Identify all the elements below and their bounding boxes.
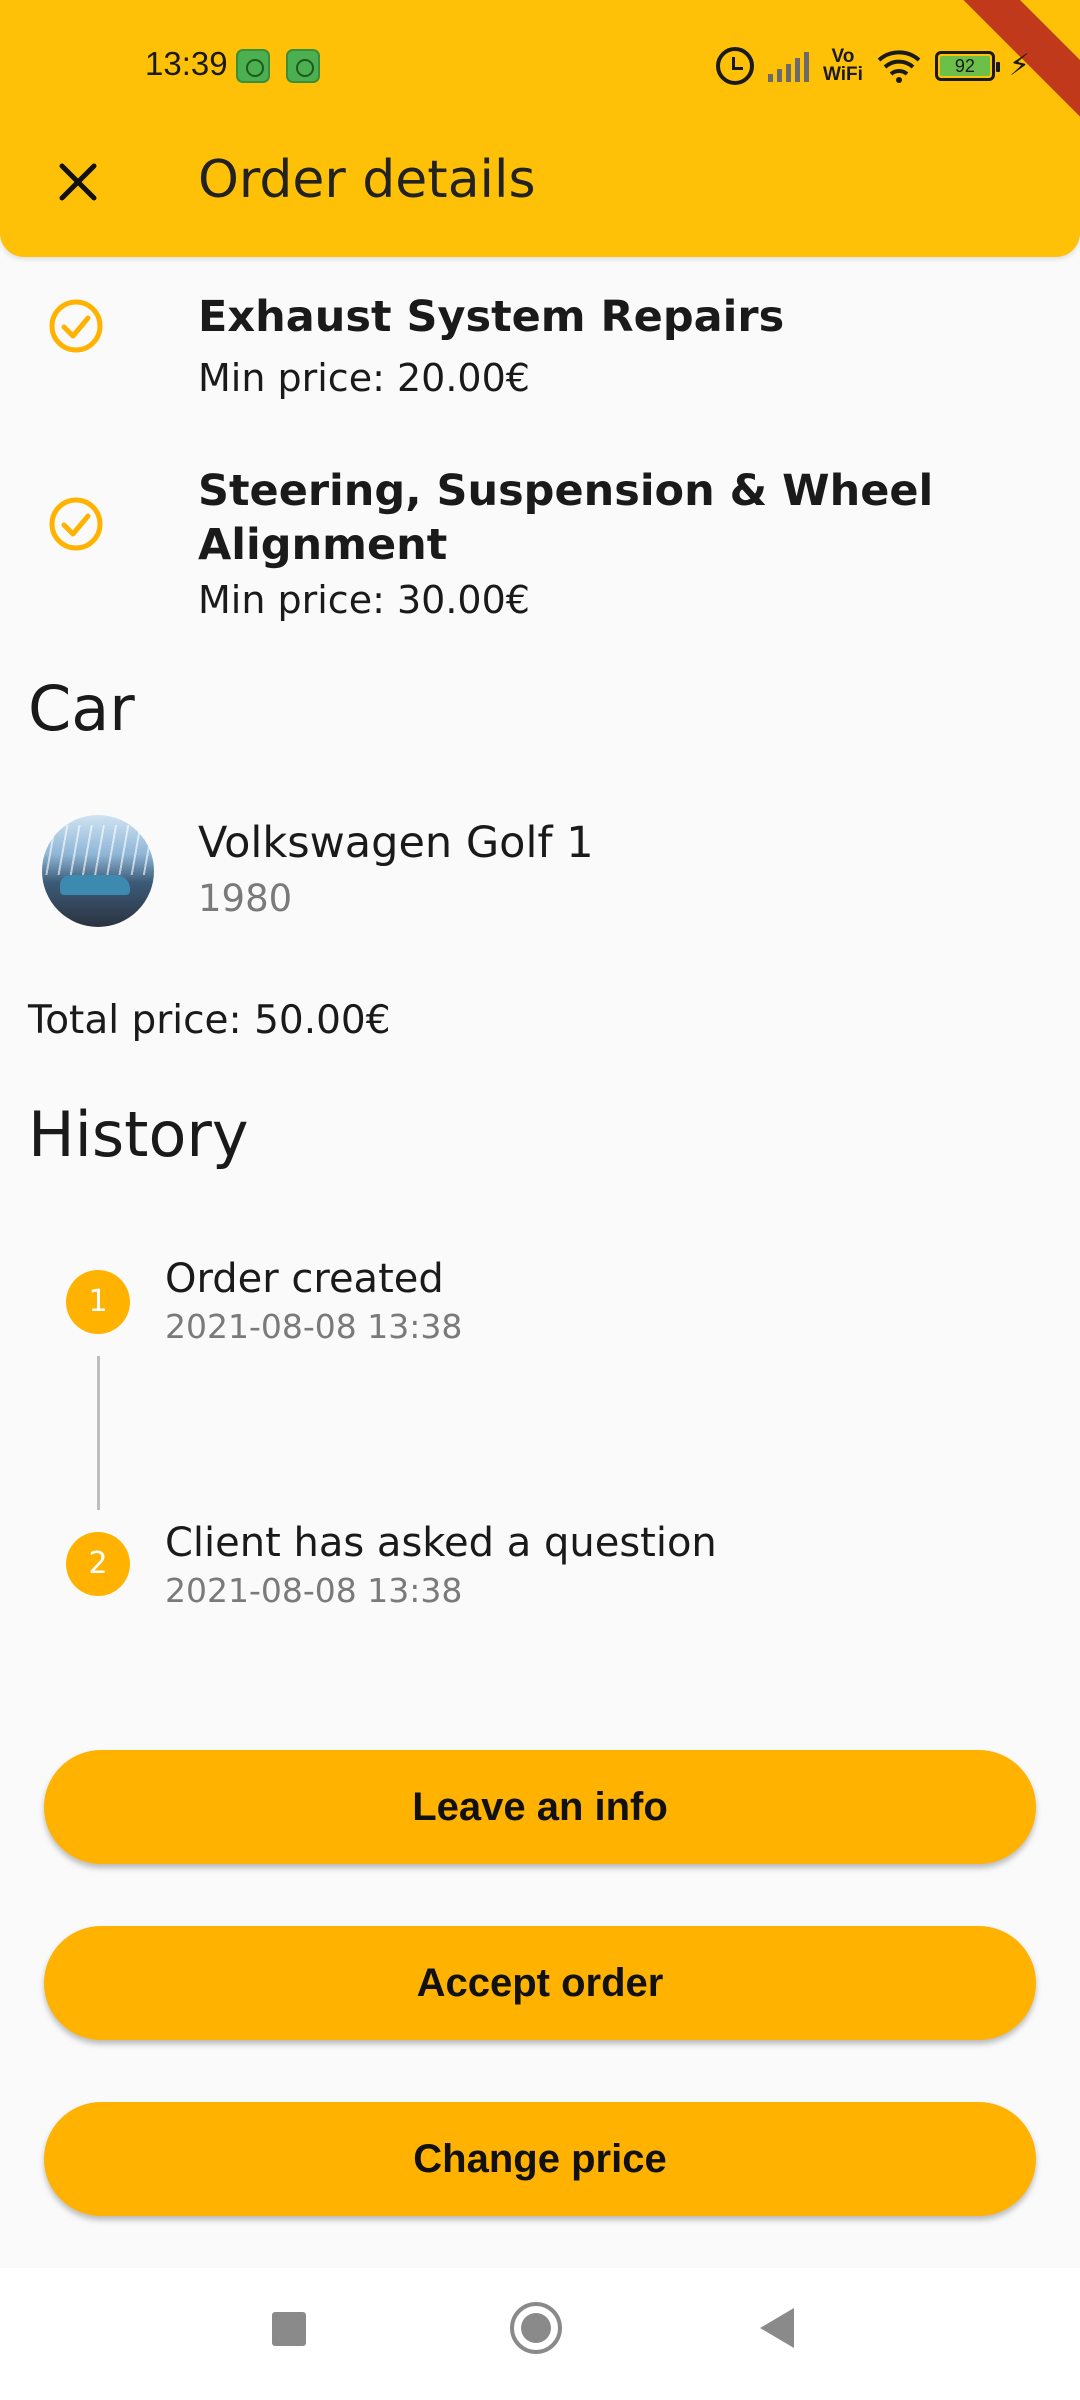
alarm-icon (715, 47, 754, 85)
history-step-number: 1 (66, 1270, 130, 1334)
charging-icon: ⚡ (1008, 48, 1030, 83)
history-step-date: 2021-08-08 13:38 (165, 1571, 463, 1610)
app-bar: 13:39 Vo WiFi 92 ⚡ Order details (0, 0, 1080, 257)
status-time: 13:39 (145, 45, 228, 82)
history-connector (97, 1356, 100, 1510)
close-icon (59, 163, 97, 201)
history-step-date: 2021-08-08 13:38 (165, 1307, 463, 1346)
notification-app-icon (286, 49, 320, 83)
close-button[interactable] (42, 146, 114, 218)
total-price: Total price: 50.00€ (28, 998, 391, 1043)
history-step-title: Client has asked a question (165, 1520, 717, 1566)
notification-app-icon (236, 49, 270, 83)
vowifi-icon: Vo WiFi (822, 47, 863, 85)
accept-order-button[interactable]: Accept order (44, 1926, 1036, 2040)
history-step-number: 2 (66, 1532, 130, 1596)
wifi-icon (877, 49, 921, 83)
check-circle-icon (49, 497, 103, 551)
system-nav-bar (0, 2268, 1080, 2400)
history-step-title: Order created (165, 1256, 444, 1302)
service-price: Min price: 20.00€ (198, 356, 530, 400)
car-avatar (42, 815, 154, 927)
home-circle-icon[interactable] (510, 2302, 562, 2354)
leave-info-button[interactable]: Leave an info (44, 1750, 1036, 1864)
battery-icon: 92 (934, 51, 1000, 81)
service-name: Steering, Suspension & Wheel Alignment (198, 466, 934, 570)
change-price-button[interactable]: Change price (44, 2102, 1036, 2216)
car-year: 1980 (198, 877, 293, 920)
check-circle-icon (49, 299, 103, 353)
recents-square-icon[interactable] (272, 2312, 306, 2346)
vowifi-bottom: WiFi (822, 64, 863, 85)
service-name: Exhaust System Repairs (198, 292, 785, 342)
car-name: Volkswagen Golf 1 (198, 818, 594, 868)
page-title: Order details (198, 150, 536, 210)
car-section-title: Car (28, 672, 135, 745)
battery-level: 92 (939, 56, 990, 76)
status-icons: Vo WiFi 92 ⚡ (715, 44, 1030, 88)
signal-icon (767, 50, 809, 82)
back-triangle-icon[interactable] (760, 2308, 794, 2348)
history-section-title: History (28, 1098, 249, 1171)
service-price: Min price: 30.00€ (198, 578, 530, 622)
